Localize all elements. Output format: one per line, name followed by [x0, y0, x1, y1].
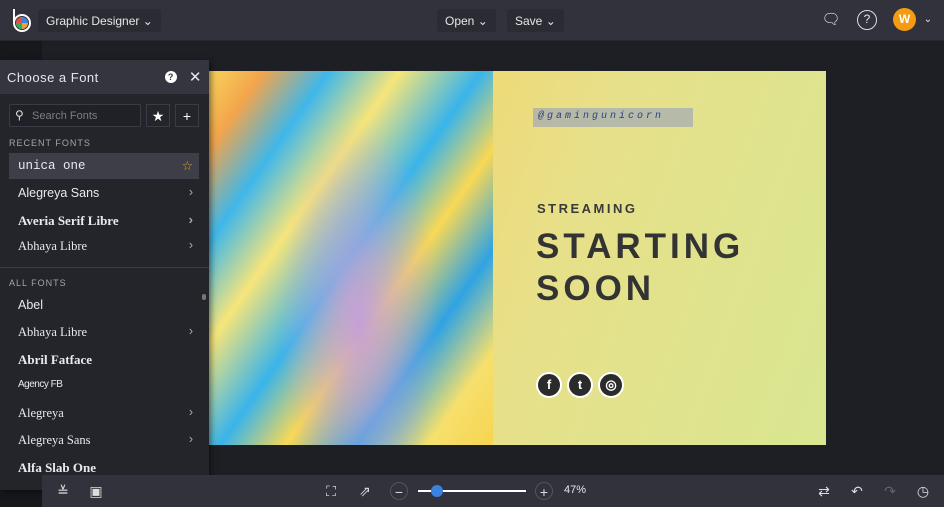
recent-fonts-label: RECENT FONTS: [9, 138, 91, 148]
font-name: Alegreya Sans: [18, 186, 100, 200]
chevron-right-icon: ›: [188, 432, 193, 446]
mode-label: Graphic Designer: [46, 14, 140, 28]
font-name: Abril Fatface: [18, 352, 93, 367]
pages-icon[interactable]: ▣: [87, 482, 105, 500]
redo-icon[interactable]: ↷: [881, 482, 899, 500]
font-name: unica one: [18, 159, 86, 173]
avatar[interactable]: W: [893, 8, 916, 31]
bottom-bar: ≚ ▣ ⛶ ⇗ − + 47% ⇄ ↶ ↷ ◷: [42, 475, 944, 507]
title-text[interactable]: STARTING SOON: [536, 226, 744, 310]
scrollbar[interactable]: [202, 294, 206, 300]
expand-icon[interactable]: ⇗: [356, 482, 374, 500]
chevron-right-icon: ›: [188, 324, 193, 338]
zoom-slider-handle[interactable]: [430, 485, 443, 497]
layers-icon[interactable]: ≚: [54, 482, 72, 500]
recent-font-item[interactable]: Averia Serif Libre ›: [9, 207, 199, 233]
font-item[interactable]: Alegreya Sans ›: [9, 427, 199, 453]
open-label: Open: [445, 14, 475, 28]
fluid-art-image: [209, 71, 493, 445]
zoom-in-button[interactable]: +: [535, 482, 553, 500]
font-name: Abel: [18, 298, 44, 312]
search-placeholder: Search Fonts: [32, 110, 98, 122]
title-line-2: SOON: [536, 269, 656, 308]
history-icon[interactable]: ◷: [914, 482, 932, 500]
favorites-button[interactable]: ★: [146, 104, 170, 127]
zoom-out-button[interactable]: −: [390, 482, 408, 500]
tumblr-icon[interactable]: t: [567, 372, 593, 398]
recent-font-item[interactable]: Abhaya Libre ›: [9, 233, 199, 259]
recent-font-item[interactable]: unica one ☆: [9, 153, 199, 179]
save-button[interactable]: Save ⌄: [507, 9, 564, 32]
chevron-down-icon: ⌄: [477, 14, 488, 28]
instagram-icon[interactable]: ◎: [598, 372, 624, 398]
chevron-right-icon: ›: [188, 185, 193, 199]
star-outline-icon[interactable]: ☆: [182, 158, 193, 173]
font-item[interactable]: Alegreya ›: [9, 400, 199, 426]
panel-header: Choose a Font ? ✕: [0, 60, 209, 94]
divider: [0, 267, 209, 268]
help-icon[interactable]: ?: [857, 10, 877, 30]
fit-to-screen-icon[interactable]: ⛶: [322, 482, 340, 500]
comments-icon[interactable]: 🗨: [821, 10, 841, 30]
font-item[interactable]: Abril Fatface: [9, 346, 199, 372]
font-name: Abhaya Libre: [18, 239, 88, 253]
mode-dropdown[interactable]: Graphic Designer ⌄: [38, 9, 161, 32]
zoom-level: 47%: [564, 484, 587, 496]
font-name: Alegreya: [18, 406, 64, 420]
subtitle-text[interactable]: STREAMING: [537, 201, 638, 216]
font-name: Abhaya Libre: [18, 325, 88, 339]
font-item[interactable]: Agency FB: [9, 373, 199, 399]
search-input[interactable]: ⚲ Search Fonts: [9, 104, 141, 127]
font-name: Alfa Slab One: [18, 460, 97, 475]
font-name: Averia Serif Libre: [18, 213, 119, 228]
font-item[interactable]: Abhaya Libre ›: [9, 319, 199, 345]
font-name: Agency FB: [18, 379, 63, 390]
chevron-down-icon: ⌄: [545, 14, 556, 28]
swap-icon[interactable]: ⇄: [815, 482, 833, 500]
close-icon[interactable]: ✕: [189, 68, 202, 86]
chevron-right-icon: ›: [188, 212, 193, 227]
top-bar: Graphic Designer ⌄ Open ⌄ Save ⌄ 🗨 ? W ⌄: [0, 0, 944, 41]
chevron-down-icon: ⌄: [142, 14, 153, 28]
title-line-1: STARTING: [536, 227, 745, 266]
undo-icon[interactable]: ↶: [848, 482, 866, 500]
font-name: Alegreya Sans: [18, 433, 91, 447]
star-icon: ★: [151, 108, 165, 124]
all-fonts-label: ALL FONTS: [9, 278, 67, 288]
app-logo-icon[interactable]: [11, 8, 33, 32]
chevron-down-icon[interactable]: ⌄: [918, 10, 938, 30]
search-icon: ⚲: [15, 108, 24, 122]
design-canvas[interactable]: @gamingunicorn STREAMING STARTING SOON f …: [209, 71, 826, 445]
plus-icon: +: [182, 108, 192, 124]
font-item[interactable]: Abel: [9, 292, 199, 318]
help-icon[interactable]: ?: [164, 71, 177, 83]
facebook-icon[interactable]: f: [536, 372, 562, 398]
save-label: Save: [515, 14, 543, 28]
panel-title: Choose a Font: [7, 69, 99, 85]
chevron-right-icon: ›: [188, 238, 193, 252]
recent-font-item[interactable]: Alegreya Sans ›: [9, 180, 199, 206]
font-panel: Choose a Font ? ✕ ⚲ Search Fonts ★ + RECE…: [0, 60, 209, 490]
handle-text[interactable]: @gamingunicorn: [533, 108, 693, 127]
open-button[interactable]: Open ⌄: [437, 9, 496, 32]
chevron-right-icon: ›: [188, 405, 193, 419]
add-font-button[interactable]: +: [175, 104, 199, 127]
